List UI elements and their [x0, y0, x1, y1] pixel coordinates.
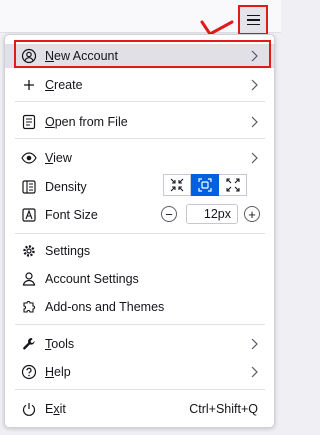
menu-item-addons-themes[interactable]: Add-ons and Themes: [5, 295, 274, 319]
help-icon: [21, 364, 37, 380]
separator: [15, 389, 265, 390]
keyboard-shortcut: Ctrl+Shift+Q: [189, 402, 258, 416]
menu-item-label: Font Size: [45, 208, 98, 222]
separator: [15, 324, 265, 325]
app-menu-button[interactable]: [238, 5, 268, 35]
plus-icon: [24, 80, 34, 90]
font-size-increase-button[interactable]: +: [244, 206, 260, 222]
menu-item-label: Open from File: [45, 115, 128, 129]
separator: [15, 101, 265, 102]
menu-item-label: Help: [45, 365, 71, 379]
puzzle-icon: [23, 301, 35, 313]
chevron-right-icon: [251, 79, 258, 91]
menu-item-help[interactable]: Help: [5, 360, 274, 384]
power-icon: [22, 403, 36, 416]
menu-item-account-settings[interactable]: Account Settings: [5, 267, 274, 291]
chevron-right-icon: [251, 152, 258, 164]
chevron-right-icon: [251, 338, 258, 350]
menu-item-label: View: [45, 151, 72, 165]
menu-item-create[interactable]: Create: [5, 73, 274, 97]
font-size-icon: [22, 208, 36, 222]
density-touch-button[interactable]: [219, 174, 247, 196]
menu-item-label: Create: [45, 78, 83, 92]
app-menu-panel: New Account Create Open from File View D…: [4, 34, 275, 428]
file-icon: [22, 114, 36, 130]
menu-item-label: Account Settings: [45, 272, 139, 286]
menu-item-view[interactable]: View: [5, 146, 274, 170]
density-icon: [22, 180, 36, 194]
menu-item-settings[interactable]: Settings: [5, 239, 274, 263]
density-normal-button[interactable]: [191, 174, 219, 196]
menu-item-label: Settings: [45, 244, 91, 258]
compact-density-icon: [170, 178, 184, 192]
menu-item-exit[interactable]: Exit Ctrl+Shift+Q: [5, 397, 274, 421]
separator: [15, 138, 265, 139]
font-size-decrease-button[interactable]: −: [161, 206, 177, 222]
menu-item-label: Add-ons and Themes: [45, 300, 165, 314]
font-size-value[interactable]: 12px: [186, 204, 238, 224]
chevron-right-icon: [251, 366, 258, 378]
menu-item-tools[interactable]: Tools: [5, 332, 274, 356]
touch-density-icon: [225, 178, 240, 192]
menu-item-label: Tools: [45, 337, 75, 351]
separator: [15, 233, 265, 234]
annotation-highlight-box: [14, 40, 271, 68]
gear-icon: [23, 245, 35, 257]
eye-icon: [21, 152, 37, 164]
menu-item-open-from-file[interactable]: Open from File: [5, 110, 274, 134]
account-settings-icon: [22, 272, 36, 286]
density-compact-button[interactable]: [163, 174, 191, 196]
density-selector: [163, 174, 247, 196]
normal-density-icon: [197, 178, 212, 192]
chevron-right-icon: [251, 116, 258, 128]
wrench-icon: [23, 337, 35, 350]
hamburger-icon: [246, 14, 260, 26]
menu-item-label: Density: [45, 180, 87, 194]
menu-item-label: Exit: [45, 402, 66, 416]
